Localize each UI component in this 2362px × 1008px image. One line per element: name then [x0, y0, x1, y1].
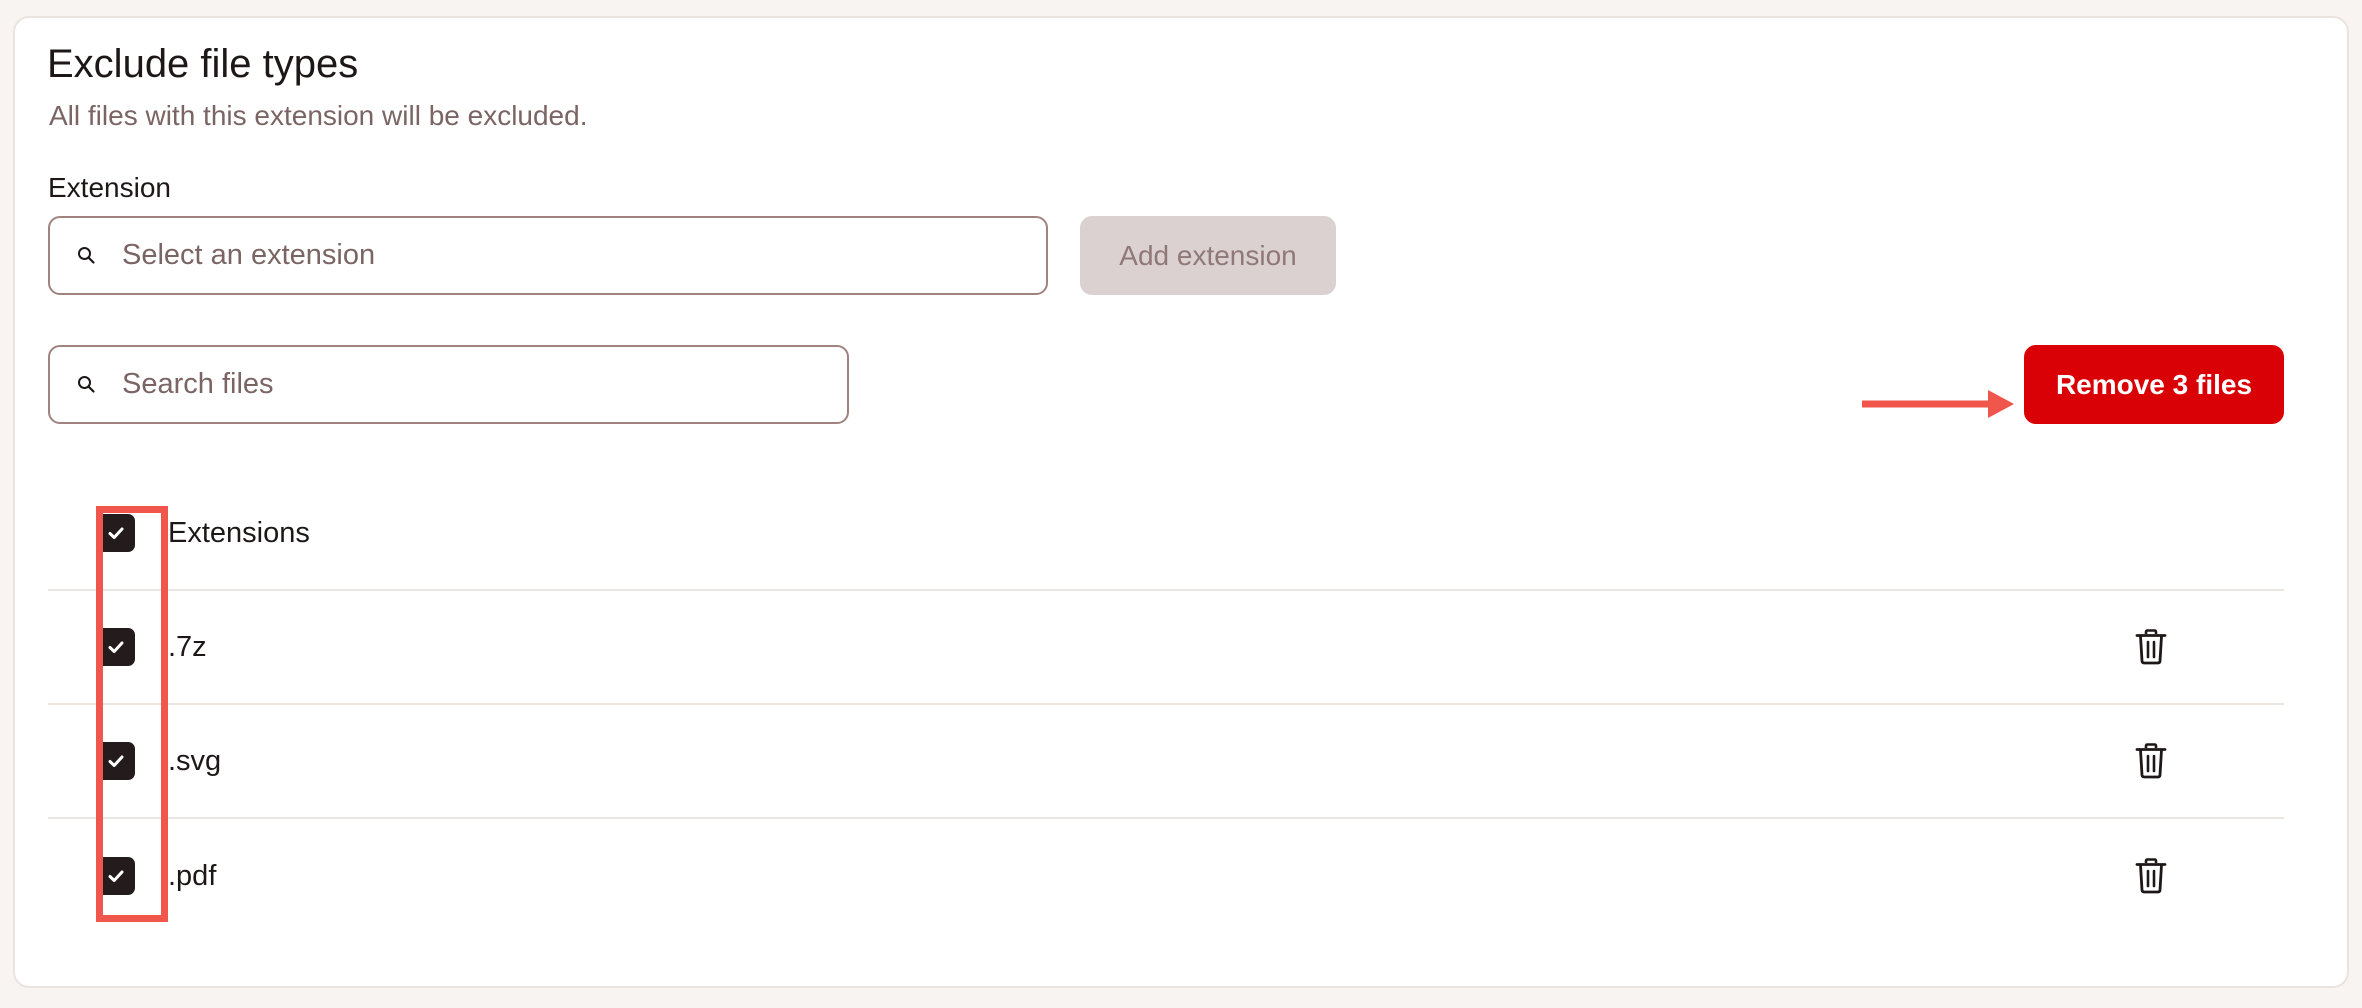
- select-all-checkbox[interactable]: [97, 514, 135, 552]
- search-files-input[interactable]: [122, 368, 739, 401]
- extension-field-label: Extension: [48, 172, 171, 203]
- row-checkbox[interactable]: [97, 857, 135, 895]
- row-checkbox[interactable]: [97, 742, 135, 780]
- extensions-table: Extensions .7z .svg .pdf: [48, 477, 2284, 933]
- checkmark-icon: [108, 870, 124, 882]
- panel-title: Exclude file types: [47, 42, 359, 86]
- row-checkbox[interactable]: [97, 628, 135, 666]
- table-row: .pdf: [48, 819, 2284, 933]
- trash-icon[interactable]: [2135, 858, 2167, 894]
- remove-files-button[interactable]: Remove 3 files: [2024, 345, 2284, 424]
- search-icon: [76, 245, 98, 267]
- table-header-row: Extensions: [48, 477, 2284, 591]
- extensions-column-header: Extensions: [168, 516, 310, 549]
- checkmark-icon: [108, 641, 124, 653]
- search-icon: [76, 374, 98, 396]
- search-files-field[interactable]: [48, 345, 849, 424]
- add-extension-button[interactable]: Add extension: [1080, 216, 1336, 295]
- trash-icon[interactable]: [2135, 629, 2167, 665]
- checkmark-icon: [108, 755, 124, 767]
- table-row: .7z: [48, 591, 2284, 705]
- extension-name: .svg: [168, 744, 222, 777]
- checkmark-icon: [108, 527, 124, 539]
- trash-icon[interactable]: [2135, 743, 2167, 779]
- extension-name: .pdf: [168, 859, 217, 892]
- table-row: .svg: [48, 705, 2284, 819]
- extension-name: .7z: [168, 630, 207, 663]
- annotation-arrow: [1862, 390, 2014, 418]
- panel-subtitle: All files with this extension will be ex…: [49, 100, 588, 131]
- extension-select[interactable]: [48, 216, 1048, 295]
- extension-input[interactable]: [122, 239, 898, 272]
